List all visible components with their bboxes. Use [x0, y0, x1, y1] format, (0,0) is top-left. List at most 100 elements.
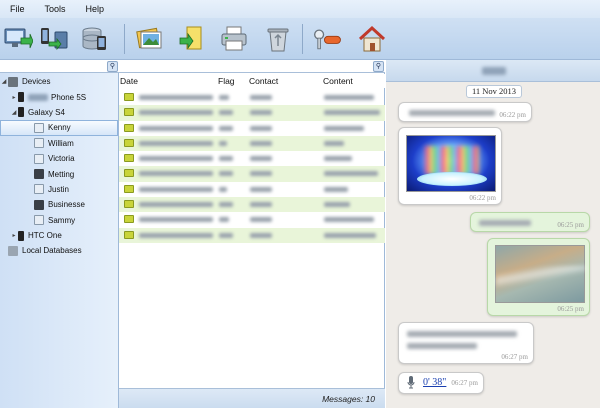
table-row[interactable]: [119, 182, 385, 197]
date-badge: 11 Nov 2013: [466, 85, 522, 98]
tree-label: Justin: [48, 184, 69, 194]
table-row[interactable]: [119, 90, 385, 105]
sms-icon: [124, 215, 134, 224]
tree-item-devices[interactable]: ◢ Devices: [0, 74, 118, 89]
photos-icon: [136, 27, 162, 49]
toolbar-separator: [302, 24, 303, 54]
sms-icon: [124, 123, 134, 132]
redacted-contact-name: [482, 67, 506, 75]
phone-icon: [18, 92, 24, 103]
message-bubble-image[interactable]: 06:25 pm: [487, 238, 590, 316]
sms-icon: [124, 169, 134, 178]
tree-item-local-databases[interactable]: Local Databases: [0, 243, 118, 258]
transfer-to-device-icon: [41, 28, 68, 51]
group-icon: [34, 199, 44, 210]
message-time: 06:22 pm: [499, 111, 526, 119]
register-key-button[interactable]: [312, 23, 344, 55]
home-button[interactable]: [356, 23, 388, 55]
tree-search-input[interactable]: ⚲: [0, 60, 119, 73]
list-footer: Messages: 10: [119, 388, 385, 408]
tree-item-contact[interactable]: William: [0, 136, 118, 151]
message-bubble-incoming[interactable]: 06:22 pm: [398, 102, 532, 122]
table-row[interactable]: [119, 135, 385, 152]
tree-item-contact[interactable]: Justin: [0, 182, 118, 197]
search-icon[interactable]: ⚲: [107, 61, 118, 72]
redacted-text: [407, 343, 477, 349]
menu-tools[interactable]: Tools: [45, 4, 66, 14]
audio-duration-link[interactable]: 0' 38": [423, 377, 446, 388]
tree-item-contact[interactable]: Victoria: [0, 151, 118, 166]
tree-item-contact[interactable]: Sammy: [0, 213, 118, 228]
table-row[interactable]: [119, 166, 385, 182]
expand-arrow-icon[interactable]: ▸: [10, 94, 18, 101]
contact-icon: [34, 153, 44, 164]
message-time: 06:27 pm: [501, 353, 528, 361]
photo-thumbnail[interactable]: [495, 245, 586, 303]
import-note-button[interactable]: [176, 23, 208, 55]
recycle-bin-button[interactable]: [262, 23, 294, 55]
export-to-pc-button[interactable]: [2, 23, 34, 55]
tree-label: William: [48, 138, 74, 148]
import-note-icon: [179, 26, 202, 50]
export-to-pc-icon: [4, 28, 33, 49]
search-icon[interactable]: ⚲: [373, 61, 384, 72]
microphone-icon: [407, 376, 415, 389]
backup-database-button[interactable]: [78, 23, 110, 55]
tree-label: Metting: [48, 169, 75, 179]
sms-icon: [124, 184, 134, 193]
table-row[interactable]: [119, 105, 385, 121]
recycle-bin-icon: [267, 28, 289, 52]
table-row[interactable]: [119, 197, 385, 213]
message-time: 06:25 pm: [557, 305, 584, 313]
home-icon: [358, 25, 386, 52]
photos-button[interactable]: [134, 23, 166, 55]
menu-help[interactable]: Help: [86, 4, 105, 14]
tree-item-group[interactable]: Metting: [0, 166, 118, 181]
contact-icon: [34, 138, 44, 149]
col-flag-header[interactable]: Flag: [218, 76, 235, 86]
expand-arrow-icon[interactable]: ▸: [10, 232, 18, 239]
col-contact-header[interactable]: Contact: [249, 76, 278, 86]
print-button[interactable]: [218, 23, 250, 55]
tree-item-contact[interactable]: Kenny: [0, 120, 118, 136]
message-bubble-outgoing[interactable]: 06:25 pm: [470, 212, 590, 232]
message-bubble-image[interactable]: 06:22 pm: [398, 127, 502, 205]
message-bubble-incoming[interactable]: 06:27 pm: [398, 322, 534, 364]
table-row[interactable]: [119, 212, 385, 227]
col-content-header[interactable]: Content: [323, 76, 353, 86]
photo-thumbnail[interactable]: [406, 135, 496, 192]
tree-item-group[interactable]: Businesse: [0, 197, 118, 212]
col-date-header[interactable]: Date: [120, 76, 138, 86]
sms-icon: [124, 154, 134, 163]
table-row[interactable]: [119, 151, 385, 166]
sms-icon: [124, 93, 134, 101]
redacted-text: [407, 331, 517, 337]
device-tree-pane: ⚲ ◢ Devices ▸ Phone 5S ◢ Galaxy S4 Kenny…: [0, 60, 119, 408]
tree-item-galaxy[interactable]: ◢ Galaxy S4: [0, 105, 118, 120]
collapse-arrow-icon[interactable]: ◢: [0, 78, 8, 85]
table-row[interactable]: [119, 121, 385, 136]
list-search-input[interactable]: ⚲: [119, 60, 385, 73]
menu-file[interactable]: File: [10, 4, 25, 14]
tree-item-htc[interactable]: ▸ HTC One: [0, 228, 118, 243]
database-icon: [8, 245, 18, 256]
sms-icon: [124, 138, 134, 147]
redacted-text: [28, 93, 48, 101]
tree-item-iphone[interactable]: ▸ Phone 5S: [0, 89, 118, 104]
message-list-pane: ⚲ Date Flag Contact Content Messages: 10: [119, 60, 385, 408]
collapse-arrow-icon[interactable]: ◢: [10, 109, 18, 116]
message-time: 06:25 pm: [557, 221, 584, 229]
contact-icon: [34, 215, 44, 226]
message-bubble-audio[interactable]: 0' 38" 06:27 pm: [398, 372, 484, 394]
sms-icon: [124, 230, 134, 239]
redacted-text: [479, 220, 531, 226]
backup-database-icon: [82, 27, 106, 50]
message-count: Messages: 10: [322, 394, 375, 404]
table-row[interactable]: [119, 227, 385, 243]
message-rows: [119, 90, 385, 243]
tree-label: Businesse: [48, 200, 85, 210]
transfer-to-device-button[interactable]: [38, 23, 70, 55]
tree-label: Victoria: [48, 154, 75, 164]
redacted-text: [409, 110, 495, 116]
message-time: 06:22 pm: [469, 194, 496, 202]
